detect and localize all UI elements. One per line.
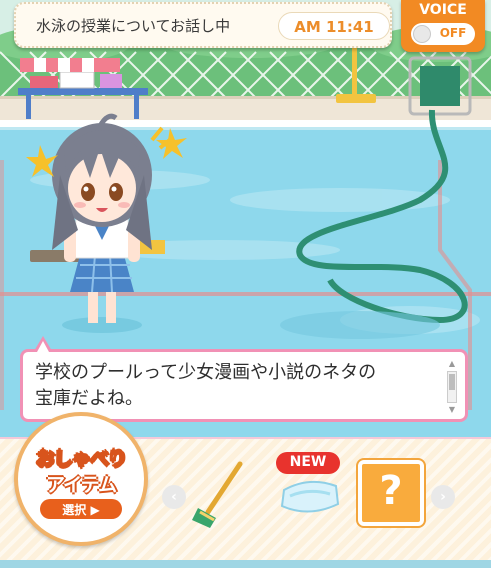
dialog-line-2: 宝庫だよね。 [35,388,143,409]
new-badge: NEW [276,452,340,474]
menu-title-line-1: おしゃべり [35,448,127,471]
kickboard-icon[interactable] [276,470,342,518]
scroll-up-icon[interactable]: ▲ [445,359,459,369]
select-button[interactable]: 選択 ▶ [40,499,122,519]
dialog-text: 学校のプールって少女漫画や小説のネタの 宝庫だよね。 [35,360,445,412]
voice-panel: VOICE OFF [401,0,485,52]
new-badge-label: NEW [289,454,327,470]
question-mark-icon: ? [379,468,403,514]
select-label: 選択 ▶ [62,503,100,517]
voice-label: VOICE [419,2,467,18]
broom-icon[interactable] [190,460,250,530]
voice-toggle[interactable]: OFF [411,23,475,45]
status-bar: 水泳の授業についてお話し中 AM 11:41 [14,2,392,48]
dialog-line-1: 学校のプールって少女漫画や小説のネタの [35,362,377,383]
conversation-topic-label: 水泳の授業についてお話し中 [36,17,231,35]
clock-pill: AM 11:41 [278,12,390,40]
mystery-item[interactable]: ? [358,460,424,526]
scroll-down-icon[interactable]: ▼ [445,405,459,415]
dialog-tail-inner [37,341,49,352]
game-scene: 水泳の授業についてお話し中 AM 11:41 VOICE OFF 学校のプールっ… [0,0,491,568]
scroll-track[interactable] [447,371,457,403]
clock-time: AM 11:41 [294,18,374,36]
talk-item-menu-button[interactable]: おしゃべり アイテム 選択 ▶ [14,412,148,546]
menu-title-line-2: アイテム [45,474,117,496]
tray-bottom-edge [0,560,491,568]
chevron-left-icon[interactable]: ‹ [162,485,186,509]
voice-toggle-knob [413,25,431,43]
chevron-right-icon[interactable]: › [431,485,455,509]
voice-state-label: OFF [439,26,467,40]
scroll-thumb[interactable] [449,374,455,390]
dialog-scrollbar[interactable]: ▲ ▼ [445,359,459,415]
dialog-box: 学校のプールって少女漫画や小説のネタの 宝庫だよね。 ▲ ▼ [20,349,468,422]
